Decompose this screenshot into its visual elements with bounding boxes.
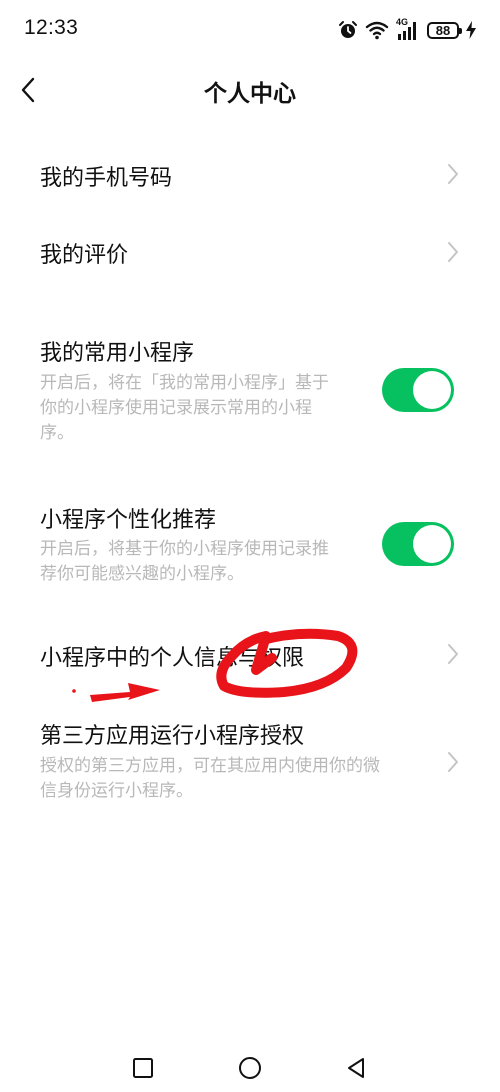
charging-icon (466, 21, 476, 39)
page-title: 个人中心 (204, 81, 296, 107)
list-item-personal-info-permissions[interactable]: 小程序中的个人信息与权限 (0, 625, 500, 685)
item-title: 我的常用小程序 (40, 341, 195, 366)
toggle-knob (413, 525, 451, 563)
header: 个人中心 (0, 60, 500, 120)
list-item-third-party-authorization[interactable]: 第三方应用运行小程序授权 授权的第三方应用，可在其应用内使用你的微信身份运行小程… (0, 713, 500, 813)
chevron-right-icon (448, 242, 458, 262)
back-nav-button[interactable] (342, 1054, 370, 1082)
item-title: 我的手机号码 (40, 166, 173, 191)
red-arrow-annotation (90, 683, 160, 702)
signal-icon (398, 22, 416, 40)
status-bar: 12:33 4G 88 (0, 0, 500, 60)
item-title: 第三方应用运行小程序授权 (40, 724, 305, 749)
item-description: 开启后，将基于你的小程序使用记录推荐你可能感兴趣的小程序。 (40, 539, 329, 584)
toggle-knob (413, 371, 451, 409)
frequent-mini-programs-toggle[interactable] (382, 368, 454, 412)
item-description: 授权的第三方应用，可在其应用内使用你的微信身份运行小程序。 (40, 756, 380, 801)
circle-home-icon (239, 1057, 261, 1079)
item-title: 我的评价 (40, 243, 129, 268)
status-icons: 4G 88 (338, 17, 476, 43)
red-dot-annotation (72, 689, 76, 693)
navigation-bar (0, 1048, 500, 1092)
triangle-back-icon (348, 1058, 364, 1078)
home-button[interactable] (236, 1054, 264, 1082)
battery-icon: 88 (427, 21, 462, 39)
list-item-my-reviews[interactable]: 我的评价 (0, 222, 500, 282)
item-description: 开启后，将在「我的常用小程序」基于你的小程序使用记录展示常用的小程序。 (40, 373, 329, 443)
item-title: 小程序中的个人信息与权限 (40, 646, 305, 671)
chevron-right-icon (448, 644, 458, 664)
list-item-personalized-recommendations: 小程序个性化推荐 开启后，将基于你的小程序使用记录推荐你可能感兴趣的小程序。 (0, 497, 500, 597)
cellular-signal: 4G (396, 17, 420, 41)
chevron-right-icon (448, 164, 458, 184)
chevron-right-icon (448, 752, 458, 772)
recent-apps-button[interactable] (129, 1054, 157, 1082)
wifi-icon (365, 21, 389, 40)
item-title: 小程序个性化推荐 (40, 508, 217, 533)
status-time: 12:33 (24, 16, 79, 39)
square-recent-icon (133, 1058, 153, 1078)
alarm-icon (339, 21, 357, 38)
list-item-frequent-mini-programs: 我的常用小程序 开启后，将在「我的常用小程序」基于你的小程序使用记录展示常用的小… (0, 330, 500, 460)
list-item-phone-number[interactable]: 我的手机号码 (0, 145, 500, 205)
personalized-recommendations-toggle[interactable] (382, 522, 454, 566)
